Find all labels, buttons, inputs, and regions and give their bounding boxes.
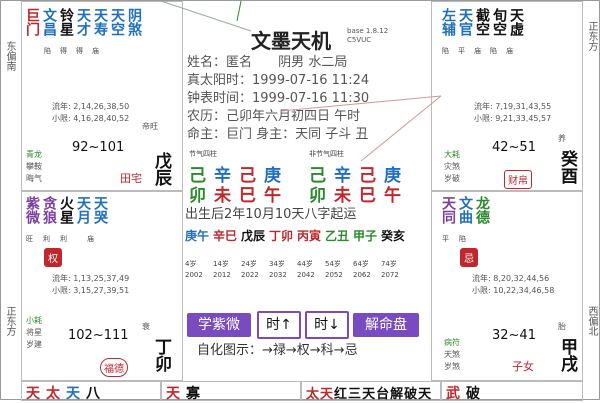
palace-connection-lines (160, 1, 442, 162)
ziwei-chart-board: 东偏南 正东方 正东方 西偏北 巨门 文昌 铃星 天才 天寿 天空 阴煞 陷 得… (0, 0, 600, 402)
